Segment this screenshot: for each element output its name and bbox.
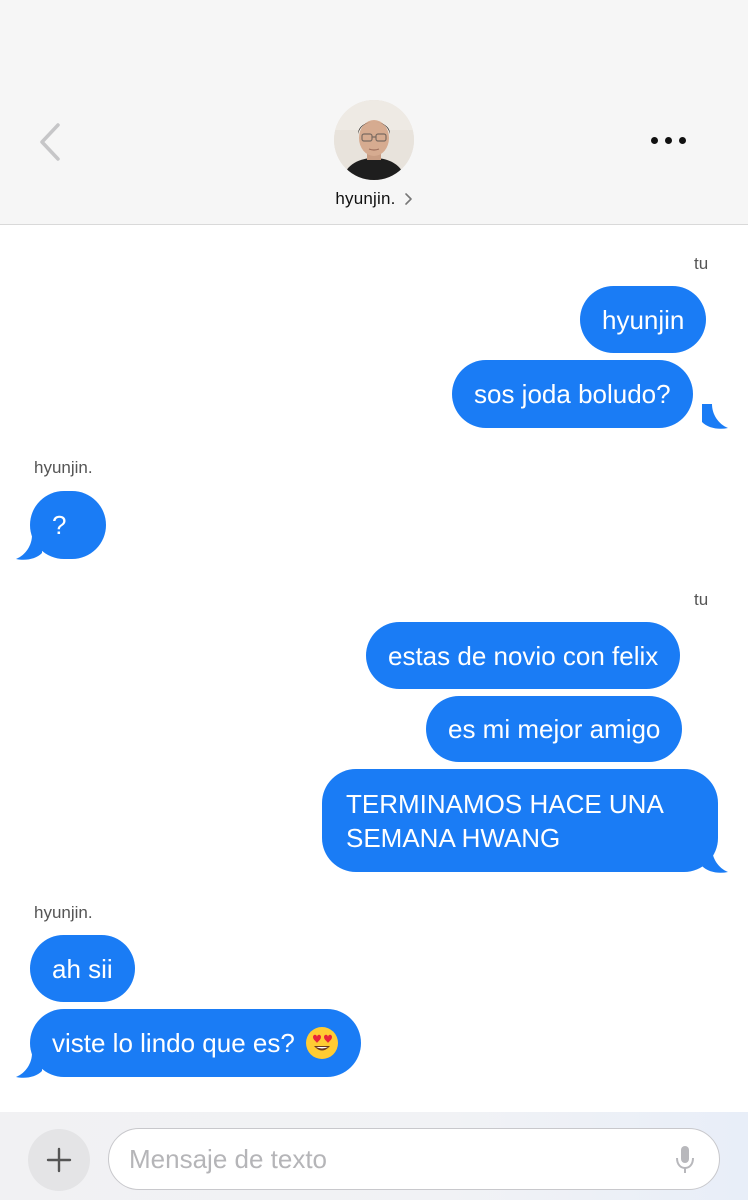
sender-label: tu: [694, 254, 709, 273]
sender-label: hyunjin.: [34, 903, 93, 922]
back-button[interactable]: [30, 118, 70, 166]
dictation-button[interactable]: [673, 1143, 697, 1177]
contact-photo: [334, 100, 414, 180]
more-horizontal-icon: [678, 136, 686, 144]
message-text: es mi mejor amigo: [448, 714, 661, 744]
message-text: TERMINAMOS HACE UNA SEMANA HWANG: [346, 788, 663, 853]
contact-name: hyunjin.: [335, 189, 396, 208]
chevron-right-icon: [404, 193, 412, 205]
message-text: estas de novio con felix: [388, 640, 659, 671]
message-text: hyunjin: [602, 304, 685, 335]
plus-icon: [46, 1147, 72, 1173]
bubble-tail-right: [702, 404, 728, 429]
bubble-tail-right: [702, 848, 728, 873]
sent-message-bubble[interactable]: hyunjin: [580, 286, 707, 353]
sender-label: hyunjin.: [34, 458, 93, 477]
avatar[interactable]: [334, 100, 414, 180]
sent-message-bubble[interactable]: sos joda boludo?: [452, 360, 693, 428]
message-text: ah sii: [52, 953, 113, 984]
sender-label: tu: [694, 590, 709, 609]
received-message-bubble[interactable]: ah sii: [30, 935, 135, 1002]
add-attachment-button[interactable]: [28, 1129, 90, 1191]
message-text: ?: [52, 510, 67, 540]
message-input-field[interactable]: [108, 1128, 720, 1190]
sent-message-bubble[interactable]: TERMINAMOS HACE UNA SEMANA HWANG: [322, 769, 718, 872]
message-input[interactable]: [129, 1143, 649, 1175]
more-horizontal-icon: [650, 136, 658, 144]
heart-eyes-emoji: [305, 1027, 338, 1059]
message-composer: [0, 1112, 748, 1200]
bubble-tail-left: [16, 1053, 42, 1078]
more-horizontal-icon: [664, 136, 672, 144]
chevron-left-icon: [40, 123, 60, 161]
conversation-header: hyunjin.: [0, 0, 748, 225]
sent-message-bubble[interactable]: es mi mejor amigo: [426, 696, 683, 762]
sent-message-bubble[interactable]: estas de novio con felix: [366, 622, 681, 689]
bubble-tail-left: [16, 535, 42, 560]
message-text: viste lo lindo que es?: [52, 1028, 295, 1058]
contact-name-row[interactable]: hyunjin.: [0, 186, 748, 212]
message-text: sos joda boludo?: [474, 379, 671, 409]
received-message-bubble[interactable]: viste lo lindo que es?: [30, 1009, 361, 1077]
more-options-button[interactable]: [640, 126, 696, 154]
microphone-icon: [676, 1146, 694, 1173]
